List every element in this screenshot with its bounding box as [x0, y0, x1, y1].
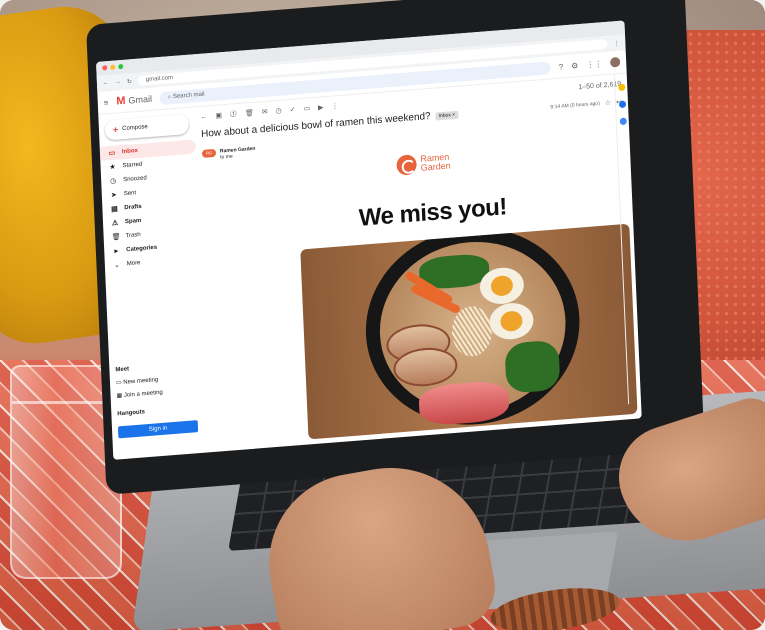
photo-scene: ← → ↻ gmail.com ⋮ ≡ M Gmail ⌕ Search mai…	[0, 0, 765, 630]
sidebar-item-label: More	[126, 260, 141, 268]
brand-line2: Garden	[420, 160, 451, 173]
email-view: ← ▣ ⓵ 🗑 ✉ ◷ ✓ ▭ ▶ ⋮ 1–50 of 2,619 How ab…	[194, 73, 642, 440]
compose-plus-icon: +	[112, 124, 119, 135]
apps-icon[interactable]: ⋮⋮	[586, 59, 602, 69]
maximize-window-icon[interactable]	[118, 63, 124, 70]
compose-label: Compose	[122, 124, 148, 133]
help-icon[interactable]: ?	[559, 62, 564, 71]
delete-icon[interactable]: 🗑	[245, 109, 254, 118]
sidebar-item-label: Inbox	[121, 147, 139, 156]
star-icon[interactable]: ☆	[605, 98, 612, 106]
sidebar-item-label: Snoozed	[123, 175, 147, 184]
join-meeting-link[interactable]: ▦ Join a meeting	[116, 386, 163, 403]
sidebar-item-label: Categories	[126, 244, 158, 254]
add-task-icon[interactable]: ✓	[289, 105, 296, 113]
star-icon: ★	[109, 163, 116, 172]
chevron-down-icon: ⌄	[113, 261, 120, 270]
search-placeholder: Search mail	[172, 91, 205, 100]
compose-button[interactable]: + Compose	[104, 113, 190, 141]
sidebar-item-label: Drafts	[124, 203, 142, 212]
reload-icon[interactable]: ↻	[127, 78, 132, 85]
gmail-m-icon: M	[116, 94, 126, 108]
archive-icon[interactable]: ▣	[215, 111, 222, 120]
mark-unread-icon[interactable]: ✉	[262, 108, 268, 116]
inbox-tag[interactable]: Inbox ×	[435, 110, 459, 121]
draft-icon: ▤	[110, 205, 118, 214]
contacts-icon[interactable]	[619, 117, 627, 126]
sidebar-item-label: Trash	[125, 232, 141, 240]
inbox-icon: ▭	[108, 149, 116, 158]
sender-avatar: RG	[201, 148, 217, 158]
new-meeting-label: New meeting	[123, 377, 159, 386]
join-meeting-label: Join a meeting	[123, 389, 163, 399]
tasks-icon[interactable]	[618, 100, 626, 109]
laptop-screen: ← → ↻ gmail.com ⋮ ≡ M Gmail ⌕ Search mai…	[96, 20, 642, 460]
forward-icon[interactable]: →	[115, 79, 121, 85]
spam-icon: ⚠	[111, 219, 119, 228]
sidebar-item-label: Spam	[124, 217, 142, 226]
avatar[interactable]	[609, 56, 621, 68]
ramen-photo	[300, 223, 638, 440]
report-spam-icon[interactable]: ⓵	[230, 109, 237, 120]
label-icon[interactable]: ▶	[318, 103, 324, 111]
settings-icon[interactable]: ⚙	[571, 61, 579, 71]
back-icon[interactable]: ←	[103, 80, 109, 86]
move-to-icon[interactable]: ▭	[303, 104, 310, 113]
sidebar-item-label: Starred	[122, 161, 143, 170]
ramen-garden-logo: Ramen Garden	[396, 151, 451, 176]
label-icon: ▸	[114, 247, 119, 256]
gmail-body: + Compose ▭ Inbox ★ Starred ◷ Snoozed ➤ Sent…	[98, 73, 642, 444]
recipient-line[interactable]: to me	[220, 154, 233, 161]
more-options-icon[interactable]: ⋮	[331, 102, 338, 111]
clock-icon: ◷	[110, 177, 117, 186]
back-to-inbox-icon[interactable]: ←	[200, 113, 207, 121]
trash-icon: 🗑	[111, 233, 121, 242]
calendar-icon[interactable]	[617, 83, 625, 92]
email-time: 9:14 AM (0 hours ago)	[550, 100, 600, 110]
email-headline: We miss you!	[358, 193, 508, 232]
sidebar-item-label: Sent	[123, 190, 137, 198]
menu-icon[interactable]: ≡	[104, 98, 109, 107]
snooze-icon[interactable]: ◷	[275, 107, 281, 115]
ramen-bowl-icon	[396, 154, 418, 176]
sign-in-button[interactable]: Sign in	[117, 420, 199, 439]
gmail-logo-text: Gmail	[128, 93, 153, 106]
send-icon: ➤	[110, 191, 117, 200]
gmail-logo[interactable]: M Gmail	[116, 93, 152, 108]
meet-section: Meet ▭ New meeting ▦ Join a meeting Hang…	[115, 361, 164, 421]
extensions-icon[interactable]: ⋮	[613, 39, 619, 46]
close-window-icon[interactable]	[102, 65, 108, 71]
spinach	[504, 339, 561, 394]
hangouts-heading: Hangouts	[117, 409, 146, 418]
gmail-sidebar: + Compose ▭ Inbox ★ Starred ◷ Snoozed ➤ Sent…	[98, 107, 208, 444]
minimize-window-icon[interactable]	[110, 64, 116, 70]
